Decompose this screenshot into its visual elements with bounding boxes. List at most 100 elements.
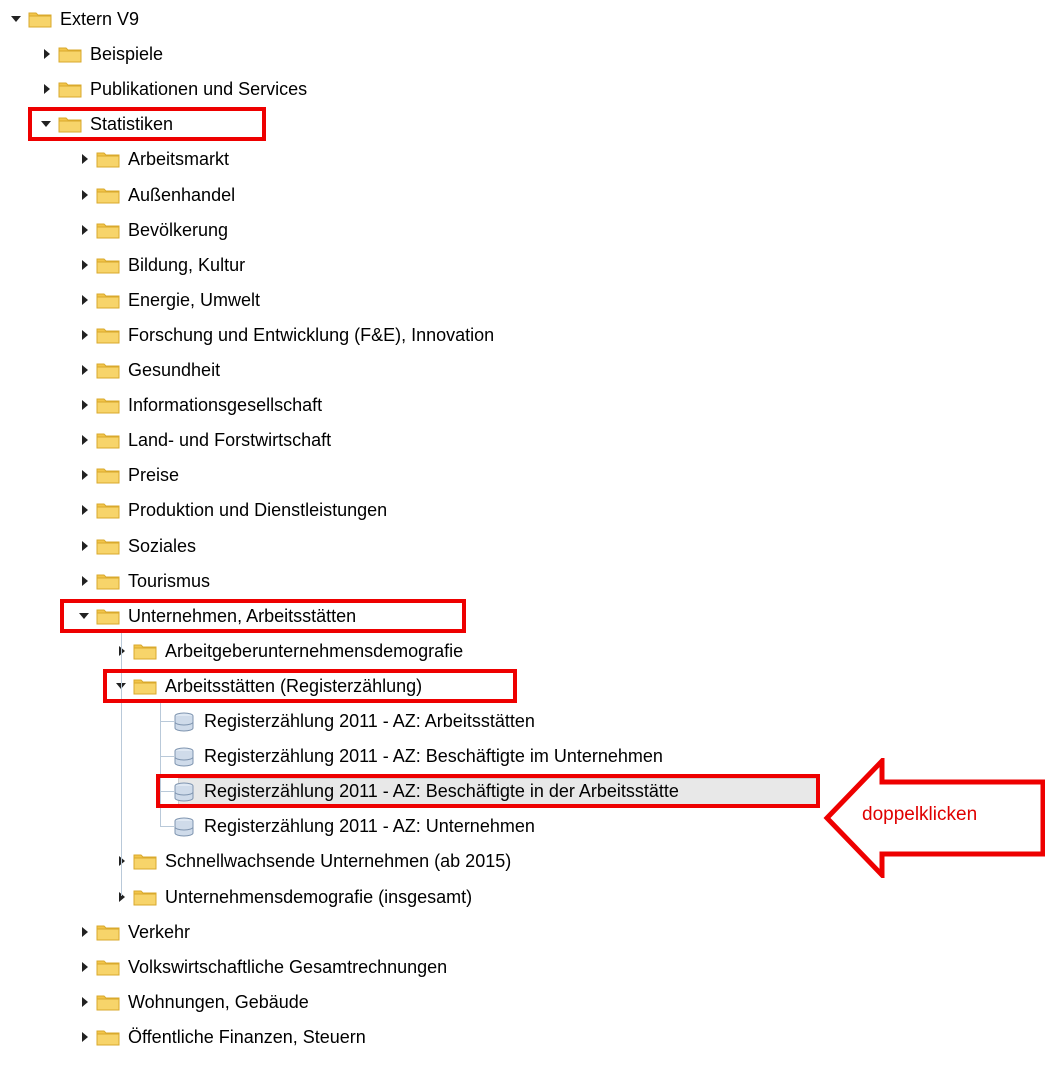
folder-icon	[96, 221, 120, 239]
folder-icon	[96, 501, 120, 519]
expand-arrow-icon[interactable]	[76, 924, 92, 940]
folder-icon	[58, 45, 82, 63]
expand-arrow-icon[interactable]	[76, 257, 92, 273]
tree-folder-forschung-und-entwicklung-f-e-innovation[interactable]: Forschung und Entwicklung (F&E), Innovat…	[76, 320, 494, 350]
tree-item-label: Arbeitsmarkt	[128, 149, 230, 170]
tree-item-label: Verkehr	[128, 921, 191, 942]
tree-item-label: Soziales	[128, 535, 197, 556]
database-icon	[172, 817, 196, 837]
folder-icon	[96, 186, 120, 204]
expand-arrow-icon[interactable]	[38, 81, 54, 97]
callout-label: doppelklicken	[862, 804, 978, 825]
tree-item-label: Extern V9	[60, 9, 140, 29]
tree-folder-wohnungen-gebaude[interactable]: Wohnungen, Gebäude	[76, 987, 309, 1017]
tree-folder-land-und-forstwirtschaft[interactable]: Land- und Forstwirtschaft	[76, 425, 331, 455]
folder-icon	[96, 572, 120, 590]
expand-arrow-icon[interactable]	[76, 397, 92, 413]
folder-icon	[58, 80, 82, 98]
folder-icon	[96, 431, 120, 449]
tree-folder-publikationen-und-services[interactable]: Publikationen und Services	[38, 74, 307, 104]
tree-item-label: Volkswirtschaftliche Gesamtrechnungen	[128, 956, 448, 977]
tree-dataset-registerzahlung-2011-az-unternehmen[interactable]: Registerzählung 2011 - AZ: Unternehmen	[152, 811, 535, 841]
tree-folder-schnellwachsende-unternehmen-ab-2015[interactable]: Schnellwachsende Unternehmen (ab 2015)	[113, 846, 511, 876]
expand-arrow-icon[interactable]	[76, 327, 92, 343]
expand-arrow-icon[interactable]	[76, 151, 92, 167]
expand-arrow-icon[interactable]	[38, 46, 54, 62]
tree-folder-bildung-kultur[interactable]: Bildung, Kultur	[76, 250, 245, 280]
tree-folder-arbeitgeberunternehmensdemografie[interactable]: Arbeitgeberunternehmensdemografie	[113, 636, 463, 666]
expand-arrow-icon[interactable]	[76, 222, 92, 238]
tree-folder-unternehmensdemografie-insgesamt[interactable]: Unternehmensdemografie (insgesamt)	[113, 882, 472, 912]
highlight-box-statistiken	[28, 107, 266, 142]
tree-folder-soziales[interactable]: Soziales	[76, 531, 196, 561]
tree-dataset-registerzahlung-2011-az-beschaftigte-im-unternehmen[interactable]: Registerzählung 2011 - AZ: Beschäftigte …	[152, 741, 663, 771]
tree-item-label: Informationsgesellschaft	[128, 395, 323, 416]
folder-icon	[133, 852, 157, 870]
expand-arrow-icon[interactable]	[76, 994, 92, 1010]
database-icon	[172, 747, 196, 767]
tree-view: Extern V9 Beispiele Publikationen und Serv…	[0, 0, 1045, 1079]
folder-icon	[96, 466, 120, 484]
tree-item-label: Energie, Umwelt	[128, 289, 261, 310]
tree-folder-gesundheit[interactable]: Gesundheit	[76, 355, 220, 385]
expand-arrow-icon[interactable]	[76, 1029, 92, 1045]
tree-folder-energie-umwelt[interactable]: Energie, Umwelt	[76, 285, 260, 315]
expand-arrow-icon[interactable]	[76, 538, 92, 554]
tree-item-label: Bildung, Kultur	[128, 254, 246, 275]
tree-item-label: Gesundheit	[128, 360, 221, 380]
tree-item-label: Preise	[128, 465, 180, 486]
collapse-arrow-icon[interactable]	[8, 11, 24, 27]
tree-item-label: Forschung und Entwicklung (F&E), Innovat…	[128, 324, 495, 345]
expand-arrow-icon[interactable]	[76, 362, 92, 378]
tree-item-label: Öffentliche Finanzen, Steuern	[128, 1026, 366, 1047]
folder-icon	[96, 993, 120, 1011]
tree-connector-line	[160, 826, 174, 828]
tree-folder-bevolkerung[interactable]: Bevölkerung	[76, 215, 228, 245]
expand-arrow-icon[interactable]	[76, 187, 92, 203]
tree-folder-preise[interactable]: Preise	[76, 460, 179, 490]
expand-arrow-icon[interactable]	[76, 292, 92, 308]
tree-item-label: Tourismus	[128, 570, 211, 591]
folder-icon	[96, 326, 120, 344]
expand-arrow-icon[interactable]	[76, 502, 92, 518]
highlight-box-arbeitsstaetten	[103, 668, 517, 703]
folder-icon	[96, 1028, 120, 1046]
tree-folder-offentliche-finanzen-steuern[interactable]: Öffentliche Finanzen, Steuern	[76, 1022, 366, 1052]
tree-folder-extern-v9[interactable]: Extern V9	[8, 4, 139, 34]
folder-icon	[96, 150, 120, 168]
tree-item-label: Registerzählung 2011 - AZ: Unternehmen	[204, 816, 535, 837]
tree-dataset-registerzahlung-2011-az-arbeitsstatten[interactable]: Registerzählung 2011 - AZ: Arbeitsstätte…	[152, 706, 535, 736]
tree-folder-au-enhandel[interactable]: Außenhandel	[76, 180, 235, 210]
folder-icon	[96, 361, 120, 379]
tree-item-label: Registerzählung 2011 - AZ: Beschäftigte …	[204, 746, 663, 767]
tree-folder-arbeitsmarkt[interactable]: Arbeitsmarkt	[76, 144, 229, 174]
tree-folder-informationsgesellschaft[interactable]: Informationsgesellschaft	[76, 390, 322, 420]
folder-icon	[96, 291, 120, 309]
tree-item-label: Schnellwachsende Unternehmen (ab 2015)	[165, 851, 512, 872]
tree-item-label: Wohnungen, Gebäude	[128, 991, 309, 1012]
folder-icon	[96, 923, 120, 941]
tree-folder-beispiele[interactable]: Beispiele	[38, 39, 163, 69]
folder-icon	[133, 888, 157, 906]
tree-folder-volkswirtschaftliche-gesamtrechnungen[interactable]: Volkswirtschaftliche Gesamtrechnungen	[76, 952, 447, 982]
tree-item-label: Registerzählung 2011 - AZ: Arbeitsstätte…	[204, 711, 535, 731]
highlight-box-unternehmen	[60, 598, 466, 633]
database-icon	[172, 712, 196, 732]
tree-item-label: Beispiele	[90, 44, 164, 65]
expand-arrow-icon[interactable]	[76, 959, 92, 975]
tree-item-label: Publikationen und Services	[90, 79, 308, 100]
folder-icon	[133, 642, 157, 660]
tree-connector-line	[160, 721, 174, 722]
tree-folder-produktion-und-dienstleistungen[interactable]: Produktion und Dienstleistungen	[76, 495, 387, 525]
expand-arrow-icon[interactable]	[76, 467, 92, 483]
tree-item-label: Außenhandel	[128, 184, 236, 205]
expand-arrow-icon[interactable]	[76, 573, 92, 589]
folder-icon	[28, 10, 52, 28]
expand-arrow-icon[interactable]	[76, 432, 92, 448]
tree-item-label: Bevölkerung	[128, 219, 229, 240]
tree-folder-verkehr[interactable]: Verkehr	[76, 917, 190, 947]
tree-folder-tourismus[interactable]: Tourismus	[76, 566, 210, 596]
folder-icon	[96, 537, 120, 555]
tree-item-label: Arbeitgeberunternehmensdemografie	[165, 640, 464, 661]
folder-icon	[96, 958, 120, 976]
